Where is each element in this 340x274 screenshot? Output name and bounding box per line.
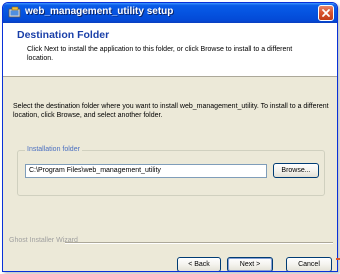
footer-divider [65,242,333,244]
close-icon [322,9,330,17]
browse-button[interactable]: Browse... [273,163,319,178]
cancel-button[interactable]: Cancel [286,257,332,271]
close-button[interactable] [318,5,334,21]
installer-app-icon [8,6,21,18]
window-title: web_management_utility setup [25,6,174,17]
installer-window: web_management_utility setup Destination… [2,2,338,272]
edge-marker [336,258,340,260]
page-header: Destination Folder Click Next to install… [3,23,337,77]
page-title: Destination Folder [17,29,110,41]
installer-brand-label: Ghost Installer Wizard [9,237,78,244]
next-button[interactable]: Next > [227,257,273,271]
installation-folder-label: Installation folder [25,146,82,153]
back-button[interactable]: < Back [177,257,221,271]
folder-path-field[interactable]: C:\Program Files\web_management_utility [25,164,267,178]
instructions-text: Select the destination folder where you … [13,103,329,119]
page-description: Click Next to install the application to… [27,46,293,62]
title-bar[interactable]: web_management_utility setup [3,3,337,23]
